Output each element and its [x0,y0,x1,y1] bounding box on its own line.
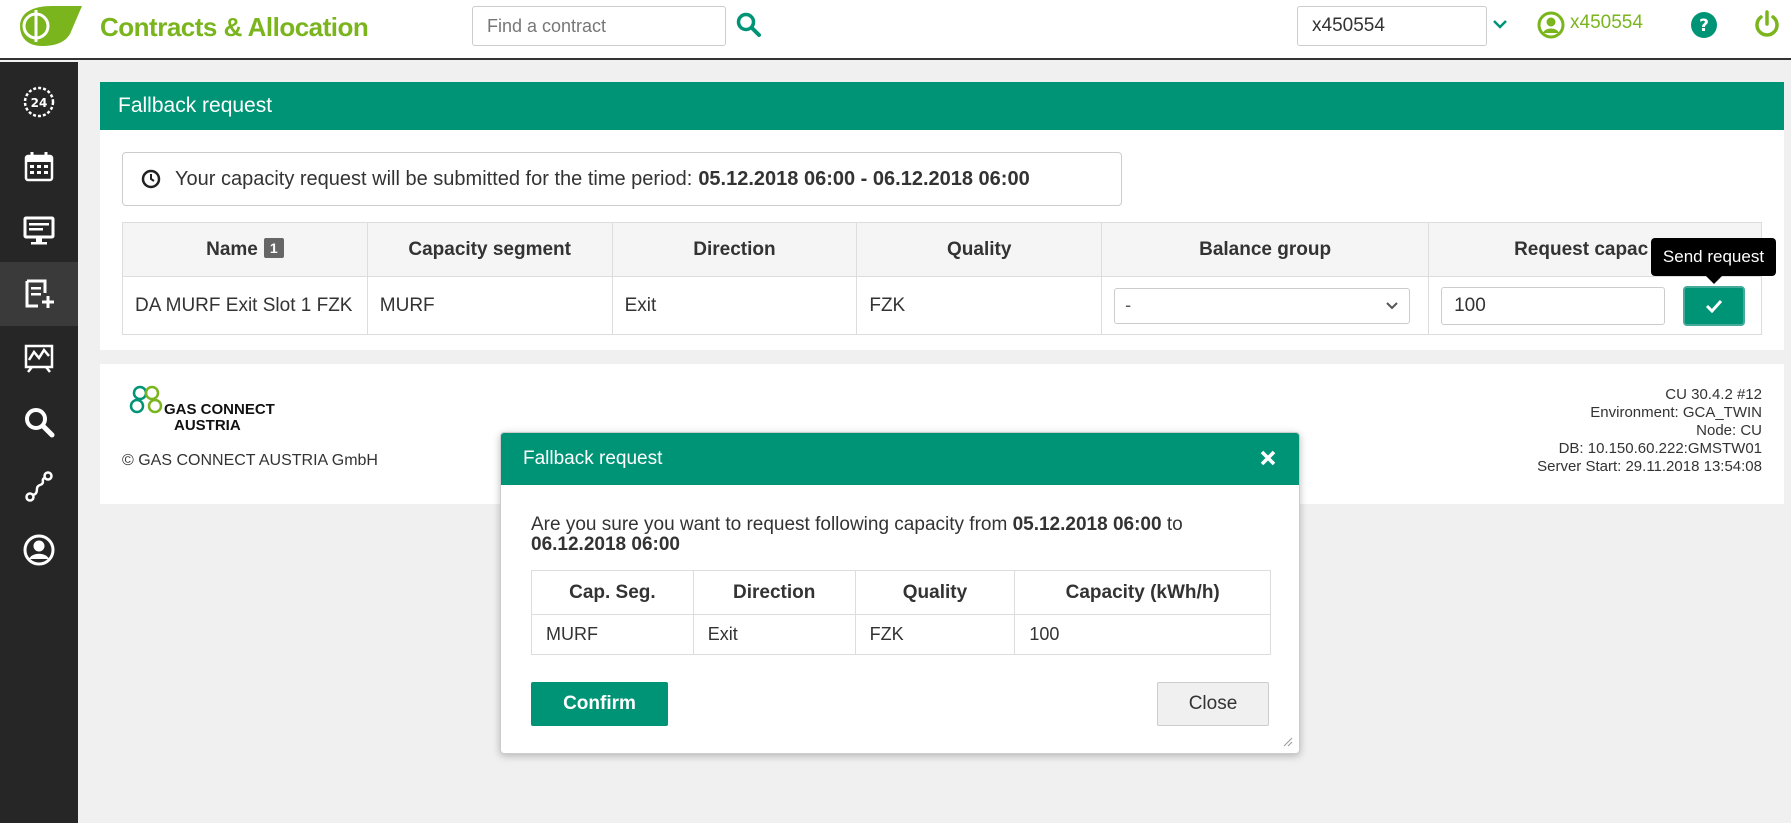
table-row: DA MURF Exit Slot 1 FZK MURF Exit FZK - [122,276,1762,335]
sidebar-item-search[interactable] [0,390,78,454]
close-button[interactable]: Close [1157,682,1269,726]
cell-direction: Exit [611,276,858,335]
resize-grip-icon[interactable] [1281,735,1293,747]
column-header-direction: Direction [692,570,856,615]
search-icon [25,408,55,438]
clock-icon [141,169,161,189]
cell-cap-seg: MURF [531,614,694,655]
environment-info: Environment: GCA_TWIN [1590,404,1762,421]
balance-group-select[interactable]: - [1114,287,1411,324]
sidebar-item-routes[interactable] [0,454,78,518]
column-header-quality[interactable]: Quality [856,222,1103,277]
info-text: Your capacity request will be submitted … [175,167,693,190]
svg-text:24: 24 [31,96,48,110]
close-icon[interactable] [1259,449,1277,467]
column-header-cap-seg: Cap. Seg. [531,570,694,615]
dialog-message: Are you sure you want to request followi… [531,514,1183,555]
app-title: Contracts & Allocation [100,12,369,42]
chevron-down-icon [1386,301,1398,309]
cell-quality: FZK [856,276,1103,335]
sidebar-item-reports[interactable] [0,326,78,390]
request-table: Name 1 Capacity segment Direction Quality… [122,222,1762,335]
monitor-icon [23,216,55,245]
info-period: 05.12.2018 06:00 - 06.12.2018 06:00 [698,167,1030,190]
copyright: © GAS CONNECT AUSTRIA GmbH [122,452,378,469]
chart-report-icon [24,344,54,373]
chevron-down-icon[interactable] [1492,18,1508,30]
gas-connect-austria-logo [129,385,163,414]
user-name[interactable]: x450554 [1570,12,1643,34]
cell-quality: FZK [854,614,1016,655]
cell-balance-group: - [1101,276,1430,335]
column-header-direction[interactable]: Direction [611,222,858,277]
server-start-info: Server Start: 29.11.2018 13:54:08 [1537,458,1762,475]
sidebar-item-monitor[interactable] [0,198,78,262]
cell-name: DA MURF Exit Slot 1 FZK [122,276,368,335]
app-logo[interactable] [12,4,82,48]
table-header-row: Cap. Seg. Direction Quality Capacity (kW… [531,570,1271,615]
send-request-button[interactable] [1683,286,1745,326]
time-period-info: Your capacity request will be submitted … [122,152,1122,206]
sidebar-item-calendar[interactable] [0,134,78,198]
contract-search-input[interactable] [472,6,726,46]
send-request-tooltip: Send request [1651,238,1776,284]
column-header-capacity-segment[interactable]: Capacity segment [366,222,613,277]
fallback-request-panel: Fallback request Your capacity request w… [100,82,1784,350]
dialog-title: Fallback request [523,448,663,469]
user-select[interactable]: x450554 [1297,6,1487,46]
panel-title: Fallback request [100,82,1784,130]
power-icon[interactable] [1752,9,1782,39]
sidebar: 24 [0,62,78,823]
sidebar-item-profile[interactable] [0,518,78,582]
route-icon [25,471,53,502]
node-info: Node: CU [1696,422,1762,439]
capacity-summary-table: Cap. Seg. Direction Quality Capacity (kW… [531,570,1271,655]
cell-direction: Exit [692,614,856,655]
build-info: CU 30.4.2 #12 Environment: GCA_TWIN Node… [1537,386,1762,476]
column-header-quality: Quality [854,570,1016,615]
db-info: DB: 10.150.60.222:GMSTW01 [1558,440,1762,457]
request-capacity-input[interactable] [1441,286,1666,325]
checkmark-icon [1705,299,1723,313]
column-header-balance-group[interactable]: Balance group [1101,222,1430,277]
confirm-dialog: Fallback request Are you sure you want t… [500,432,1300,754]
sort-order-badge: 1 [263,238,284,258]
sidebar-item-new-request[interactable] [0,262,78,326]
sidebar-item-daily[interactable]: 24 [0,70,78,134]
dialog-header: Fallback request [501,433,1299,485]
logo-text: GAS CONNECT AUSTRIA [164,401,275,434]
new-request-icon [25,279,54,308]
user-circle-icon[interactable] [1537,11,1565,39]
column-header-name[interactable]: Name 1 [122,222,368,277]
cell-capacity-segment: MURF [366,276,613,335]
table-row: MURF Exit FZK 100 [531,614,1271,655]
balance-group-value: - [1125,295,1132,315]
top-bar: Contracts & Allocation x450554 x450554 ? [0,0,1791,60]
table-header-row: Name 1 Capacity segment Direction Quality… [122,222,1762,277]
confirm-button[interactable]: Confirm [531,682,668,726]
calendar-icon [24,152,54,182]
cell-capacity: 100 [1014,614,1271,655]
search-icon[interactable] [736,12,762,38]
clock-24-icon: 24 [23,86,55,118]
user-circle-icon [23,534,55,566]
column-header-capacity: Capacity (kWh/h) [1014,570,1271,615]
svg-text:?: ? [1699,16,1709,36]
version-info: CU 30.4.2 #12 [1665,386,1762,403]
help-icon[interactable]: ? [1690,11,1718,39]
